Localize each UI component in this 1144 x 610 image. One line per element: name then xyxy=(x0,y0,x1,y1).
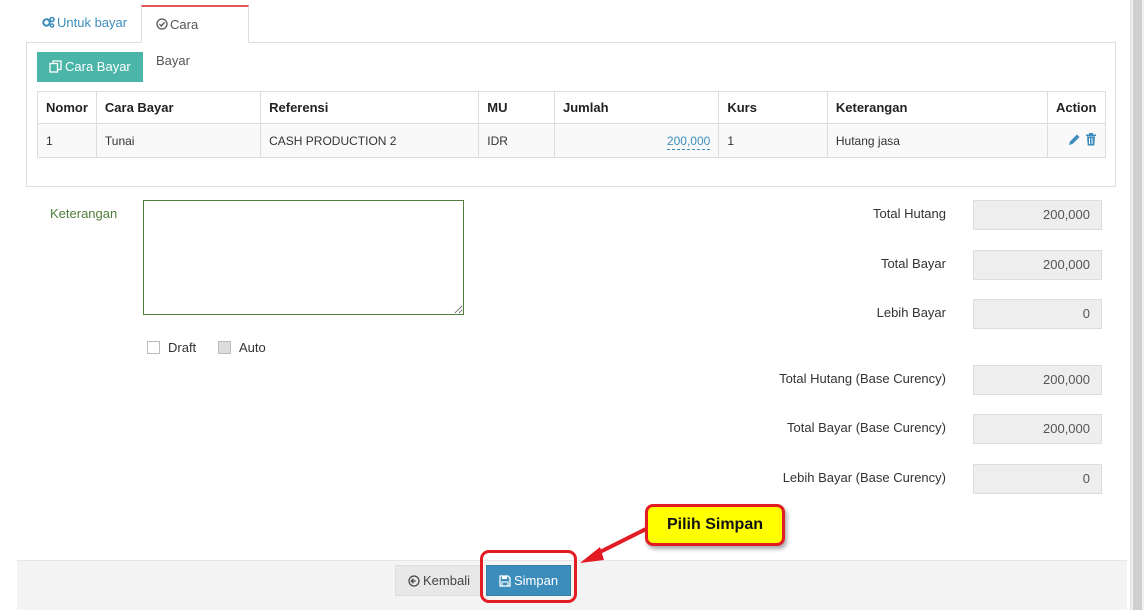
pilih-simpan-callout: Pilih Simpan xyxy=(645,504,785,546)
lebih-bayar-label: Lebih Bayar xyxy=(876,305,946,320)
kembali-button[interactable]: Kembali xyxy=(395,565,483,596)
kembali-label: Kembali xyxy=(423,573,470,588)
simpan-highlight-frame xyxy=(480,550,577,603)
total-hutang-label: Total Hutang xyxy=(873,206,946,221)
column-header: Action xyxy=(1046,91,1107,124)
add-cara-bayar-button[interactable]: Cara Bayar xyxy=(37,52,143,82)
gears-icon xyxy=(42,16,55,28)
cell-mu: IDR xyxy=(478,123,556,158)
total-hutang-field: 200,000 xyxy=(973,200,1102,230)
column-header[interactable]: Kurs xyxy=(718,91,828,124)
cell-action xyxy=(1046,123,1107,158)
cell-jumlah: 200,000 xyxy=(554,123,720,158)
tab-cara-bayar[interactable]: Cara Bayar xyxy=(141,5,249,68)
draft-checkbox[interactable]: Draft xyxy=(147,340,196,355)
page: Untuk bayar Cara Bayar Cara Bayar Nomor … xyxy=(0,0,1144,610)
auto-checkbox-box xyxy=(218,341,231,354)
total-bayar-base-label: Total Bayar (Base Curency) xyxy=(787,420,946,435)
payment-table: Nomor Cara Bayar Referensi MU Jumlah Kur… xyxy=(37,91,1107,158)
draft-checkbox-box[interactable] xyxy=(147,341,160,354)
keterangan-textarea[interactable] xyxy=(143,200,464,315)
cell-keterangan: Hutang jasa xyxy=(826,123,1048,158)
cell-kurs: 1 xyxy=(718,123,828,158)
copy-icon xyxy=(49,60,62,73)
auto-label: Auto xyxy=(239,340,266,355)
scrollbar-thumb[interactable] xyxy=(1133,0,1142,610)
column-header[interactable]: MU xyxy=(478,91,556,124)
tab-bar: Untuk bayar Cara Bayar xyxy=(26,5,1116,68)
column-header[interactable]: Cara Bayar xyxy=(95,91,262,124)
total-hutang-base-label: Total Hutang (Base Curency) xyxy=(779,371,946,386)
pencil-icon[interactable] xyxy=(1068,133,1081,146)
table-row[interactable]: 1 Tunai CASH PRODUCTION 2 IDR 200,000 1 … xyxy=(37,123,1107,158)
draft-label: Draft xyxy=(168,340,197,355)
keterangan-label: Keterangan xyxy=(50,206,118,221)
tab-untuk-bayar[interactable]: Untuk bayar xyxy=(28,5,141,43)
trash-icon[interactable] xyxy=(1085,132,1097,146)
jumlah-editable-value[interactable]: 200,000 xyxy=(666,133,711,150)
arrow-left-circle-icon xyxy=(408,575,420,587)
lebih-bayar-base-field: 0 xyxy=(973,464,1102,494)
column-header[interactable]: Nomor xyxy=(37,91,97,124)
column-header[interactable]: Referensi xyxy=(260,91,480,124)
table-header-row: Nomor Cara Bayar Referensi MU Jumlah Kur… xyxy=(37,91,1107,124)
tab-untuk-bayar-label: Untuk bayar xyxy=(57,15,128,30)
total-bayar-base-field: 200,000 xyxy=(973,414,1102,444)
total-bayar-label: Total Bayar xyxy=(880,256,946,271)
total-hutang-base-field: 200,000 xyxy=(973,365,1102,395)
cara-bayar-panel: Cara Bayar Nomor Cara Bayar Referensi MU… xyxy=(26,42,1116,187)
auto-checkbox: Auto xyxy=(218,340,266,355)
lebih-bayar-field: 0 xyxy=(973,299,1102,329)
column-header[interactable]: Jumlah xyxy=(554,91,720,124)
cell-cara-bayar: Tunai xyxy=(95,123,262,158)
column-header[interactable]: Keterangan xyxy=(826,91,1048,124)
callout-arrow xyxy=(580,526,649,563)
cell-referensi: CASH PRODUCTION 2 xyxy=(260,123,480,158)
total-bayar-field: 200,000 xyxy=(973,250,1102,280)
add-cara-bayar-label: Cara Bayar xyxy=(65,59,131,74)
lebih-bayar-base-label: Lebih Bayar (Base Curency) xyxy=(782,470,946,485)
cell-nomor: 1 xyxy=(37,123,97,158)
check-circle-icon xyxy=(156,18,168,30)
vertical-scrollbar[interactable] xyxy=(1130,0,1144,610)
